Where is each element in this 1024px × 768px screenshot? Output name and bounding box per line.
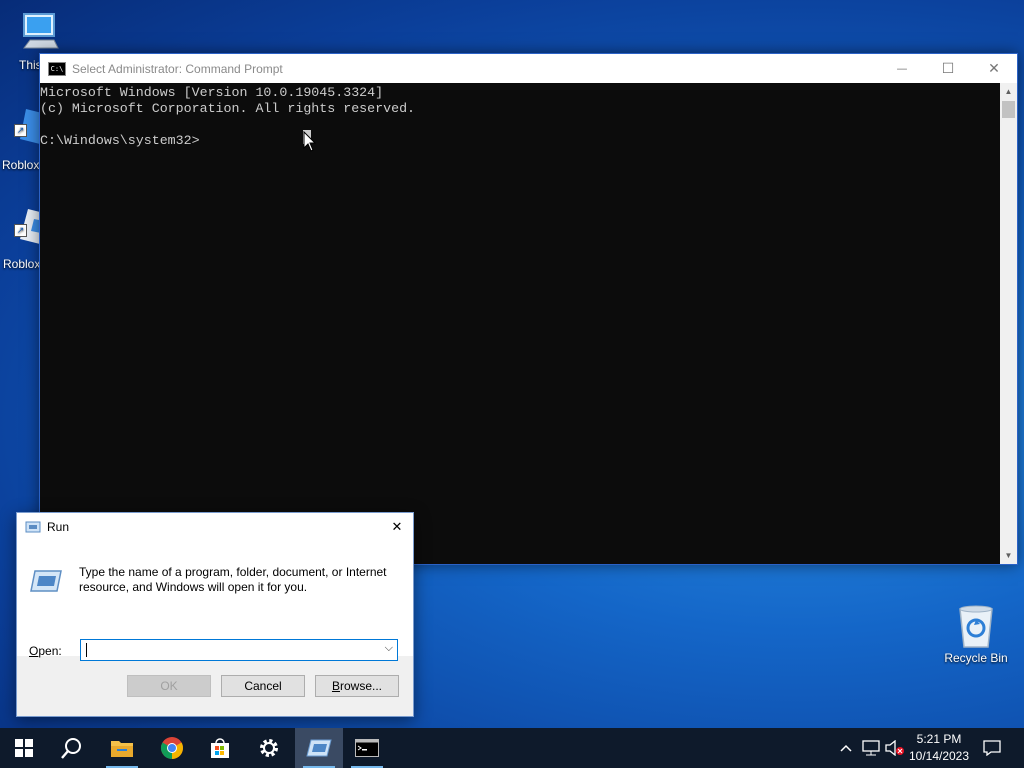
open-input[interactable] <box>85 641 379 661</box>
scrollbar-thumb[interactable] <box>1002 101 1015 118</box>
console-line: (c) Microsoft Corporation. All rights re… <box>40 101 416 116</box>
console-prompt: C:\Windows\system32> <box>40 133 200 148</box>
desktop-icon-this-pc[interactable]: This <box>3 10 77 72</box>
taskbar: 5:21 PM 10/14/2023 <box>0 728 1024 768</box>
desktop-icon-recycle-bin[interactable]: Recycle Bin <box>938 603 1014 665</box>
cmd-icon: C:\ <box>48 61 66 76</box>
run-dialog-title: Run <box>47 520 70 534</box>
clock-date: 10/14/2023 <box>908 749 970 763</box>
run-close-button[interactable]: ✕ <box>383 513 411 541</box>
taskbar-chrome[interactable] <box>148 728 196 768</box>
scroll-down-icon[interactable]: ▼ <box>1000 547 1017 564</box>
mouse-pointer-icon <box>302 130 318 155</box>
text-caret <box>86 643 87 657</box>
cmd-vertical-scrollbar[interactable]: ▲ ▼ <box>1000 83 1017 564</box>
network-button[interactable] <box>860 728 882 768</box>
chrome-icon <box>161 737 183 759</box>
cmd-titlebar[interactable]: C:\ Select Administrator: Command Prompt… <box>40 54 1017 83</box>
browse-button[interactable]: Browse... <box>315 675 399 697</box>
run-titlebar[interactable]: Run ✕ <box>17 513 413 541</box>
gear-icon <box>260 739 278 757</box>
run-description: Type the name of a program, folder, docu… <box>79 565 387 594</box>
desktop-icon-label: Roblox <box>2 158 40 172</box>
console-line: Microsoft Windows [Version 10.0.19045.33… <box>40 85 384 100</box>
desktop-icon-label: Roblox <box>3 257 41 271</box>
run-dialog[interactable]: Run ✕ Type the name of a program, folder… <box>16 512 414 717</box>
close-button[interactable]: ✕ <box>971 54 1017 83</box>
cancel-button[interactable]: Cancel <box>221 675 305 697</box>
run-title-icon <box>25 521 41 533</box>
folder-icon <box>111 741 133 757</box>
desktop-icon-label: Recycle Bin <box>944 651 1008 665</box>
start-button[interactable] <box>0 728 48 768</box>
taskbar-file-explorer[interactable] <box>98 728 146 768</box>
console-output[interactable]: Microsoft Windows [Version 10.0.19045.33… <box>40 83 1000 564</box>
cmd-window-title: Select Administrator: Command Prompt <box>72 61 283 76</box>
search-icon <box>61 738 81 759</box>
command-prompt-window[interactable]: C:\ Select Administrator: Command Prompt… <box>39 53 1018 565</box>
search-button[interactable] <box>48 728 96 768</box>
command-prompt-icon <box>355 739 379 757</box>
notification-icon <box>983 740 1001 756</box>
taskbar-settings[interactable] <box>245 728 293 768</box>
shortcut-arrow-icon: ↗ <box>14 224 27 237</box>
maximize-button[interactable]: ☐ <box>925 54 971 83</box>
windows-logo-icon <box>15 739 33 757</box>
chevron-up-icon <box>840 744 852 752</box>
scroll-up-icon[interactable]: ▲ <box>1000 83 1017 100</box>
recycle-bin-icon <box>959 605 993 648</box>
shortcut-arrow-icon: ↗ <box>14 124 27 137</box>
taskbar-run[interactable] <box>295 728 343 768</box>
run-dialog-body: Type the name of a program, folder, docu… <box>17 541 413 661</box>
taskbar-microsoft-store[interactable] <box>196 728 244 768</box>
ok-button[interactable]: OK <box>127 675 211 697</box>
store-bag-icon <box>211 738 229 758</box>
show-hidden-icons-button[interactable] <box>836 728 856 768</box>
run-icon <box>306 739 332 757</box>
network-icon <box>862 740 880 756</box>
open-label: Open: <box>29 644 62 658</box>
run-program-icon <box>30 570 62 592</box>
console-prompt-line: C:\Windows\system32> <box>40 133 1000 149</box>
taskbar-command-prompt[interactable] <box>343 728 391 768</box>
computer-icon <box>23 13 59 49</box>
open-combobox[interactable]: ⌵ <box>80 639 398 661</box>
clock-time: 5:21 PM <box>916 732 962 746</box>
system-clock[interactable]: 5:21 PM 10/14/2023 <box>900 731 978 765</box>
minimize-button[interactable]: — <box>879 54 925 83</box>
action-center-button[interactable] <box>978 728 1006 768</box>
chevron-down-icon[interactable]: ⌵ <box>385 642 393 655</box>
